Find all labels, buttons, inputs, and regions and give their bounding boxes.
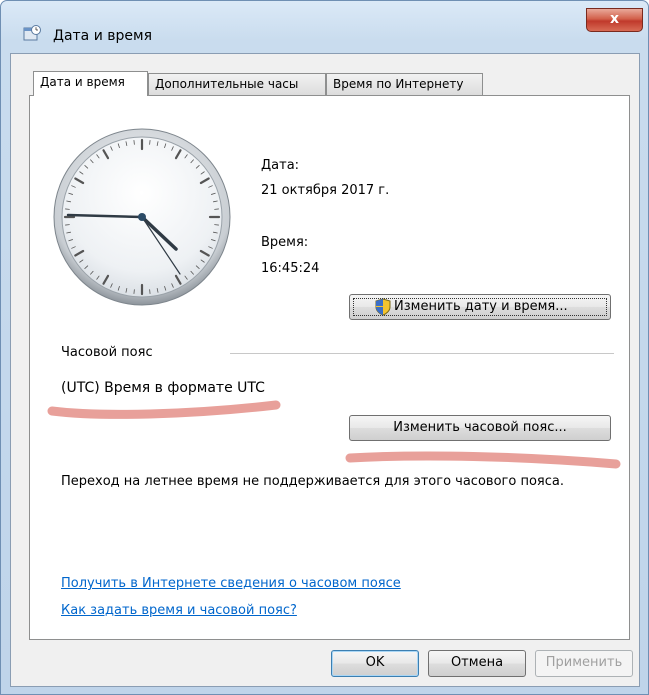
time-value: 16:45:24 (261, 261, 320, 276)
time-label: Время: (261, 235, 309, 250)
dst-note: Переход на летнее время не поддерживаетс… (61, 474, 564, 489)
datetime-icon (23, 25, 41, 41)
date-value: 21 октября 2017 г. (261, 183, 390, 198)
timezone-value: (UTC) Время в формате UTC (61, 380, 265, 396)
change-datetime-button[interactable]: Изменить дату и время... (349, 294, 611, 320)
change-timezone-button[interactable]: Изменить часовой пояс... (349, 415, 611, 441)
tab-additional-clocks[interactable]: Дополнительные часы (148, 73, 326, 95)
apply-button[interactable]: Применить (535, 650, 633, 677)
change-datetime-label: Изменить дату и время... (394, 299, 568, 314)
tab-internet-time[interactable]: Время по Интернету (326, 73, 483, 95)
highlight-underline-timezone (47, 400, 281, 419)
how-to-set-time-link[interactable]: Как задать время и часовой пояс? (61, 603, 297, 618)
window-title: Дата и время (53, 28, 152, 44)
cancel-button[interactable]: Отмена (428, 650, 526, 677)
uac-shield-icon (375, 298, 391, 316)
ok-button[interactable]: OK (331, 650, 419, 677)
title-bar[interactable]: Дата и время x (1, 1, 648, 44)
timezone-section-label: Часовой пояс (61, 345, 153, 360)
close-button[interactable]: x (586, 8, 643, 32)
tab-date-time[interactable]: Дата и время (33, 71, 148, 96)
date-label: Дата: (261, 158, 300, 173)
online-timezone-info-link[interactable]: Получить в Интернете сведения о часовом … (61, 576, 401, 591)
timezone-separator (230, 353, 614, 354)
analog-clock (53, 128, 231, 306)
